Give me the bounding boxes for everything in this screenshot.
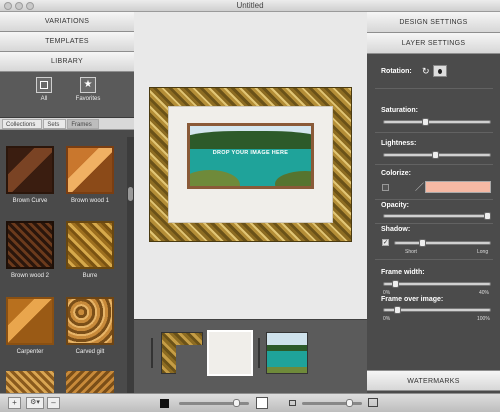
library-all-label: All xyxy=(40,96,48,102)
layer-strip xyxy=(134,319,367,393)
shadow-knob[interactable] xyxy=(419,239,426,247)
bottom-toolbar: + ⚙▾ – xyxy=(0,393,500,412)
saturation-label: Saturation: xyxy=(381,107,418,114)
frame-thumb-image xyxy=(6,146,54,194)
small-zoom-icon[interactable] xyxy=(160,399,169,408)
frame-thumb[interactable]: Brown wood 1 xyxy=(64,146,116,204)
remove-button[interactable]: – xyxy=(47,397,60,409)
frame-thumb[interactable]: Burre xyxy=(64,221,116,279)
tab-layer-settings[interactable]: LAYER SETTINGS xyxy=(367,33,500,54)
frame-over-image-label: Frame over image: xyxy=(381,296,444,303)
rotate-icon[interactable]: ↻ xyxy=(422,66,432,78)
library-favorites-button[interactable]: ★ Favorites xyxy=(75,77,101,102)
canvas-area: DROP YOUR IMAGE HERE xyxy=(134,12,367,319)
tab-library[interactable]: LIBRARY xyxy=(0,52,134,72)
add-button[interactable]: + xyxy=(8,397,21,409)
lightness-knob[interactable] xyxy=(432,151,439,159)
frame-thumb-label: Burre xyxy=(82,273,98,279)
star-icon: ★ xyxy=(80,77,96,93)
rotate-portrait-button[interactable] xyxy=(433,65,447,77)
frame-thumb-image xyxy=(66,371,114,393)
tab-variations[interactable]: VARIATIONS xyxy=(0,12,134,32)
library-favorites-label: Favorites xyxy=(75,96,101,102)
frame-width-slider[interactable] xyxy=(383,280,491,288)
image-drop-zone[interactable]: DROP YOUR IMAGE HERE xyxy=(187,123,314,189)
frame-width-label: Frame width: xyxy=(381,269,425,276)
colorize-swatch[interactable] xyxy=(425,181,491,193)
breadcrumb-frames[interactable]: Frames xyxy=(67,118,99,129)
colorize-checkbox[interactable] xyxy=(382,184,389,191)
breadcrumb-sets[interactable]: Sets xyxy=(43,118,67,129)
size-knob[interactable] xyxy=(346,399,353,407)
frame-thumb-label: Brown wood 1 xyxy=(70,198,110,204)
opacity-knob[interactable] xyxy=(484,212,491,220)
library-all-button[interactable]: All xyxy=(31,77,57,102)
library-scroll-knob[interactable] xyxy=(128,187,133,201)
breadcrumb: Collections Sets Frames xyxy=(0,118,134,130)
frame-over-image-knob[interactable] xyxy=(394,306,401,314)
opacity-label: Opacity: xyxy=(381,202,410,209)
large-size-icon[interactable] xyxy=(368,398,378,407)
square-icon xyxy=(36,77,52,93)
frame-thumb-image xyxy=(6,221,54,269)
lightness-slider[interactable] xyxy=(383,151,491,159)
window-titlebar: Untitled xyxy=(0,0,500,12)
tab-design-settings[interactable]: DESIGN SETTINGS xyxy=(367,12,500,33)
person-icon xyxy=(438,69,442,74)
frame-thumb-image xyxy=(66,146,114,194)
window-title: Untitled xyxy=(236,1,264,10)
shadow-slider[interactable] xyxy=(394,239,491,247)
right-panel: DESIGN SETTINGS LAYER SETTINGS Rotation:… xyxy=(367,12,500,393)
shadow-checkbox[interactable]: ✓ xyxy=(382,239,389,246)
zoom-knob[interactable] xyxy=(233,399,240,407)
tab-watermarks[interactable]: WATERMARKS xyxy=(367,370,500,391)
large-zoom-icon[interactable] xyxy=(256,397,268,409)
rotation-label: Rotation: xyxy=(381,68,412,75)
small-size-icon[interactable] xyxy=(289,400,296,406)
layer-frame-thumb[interactable] xyxy=(161,332,204,375)
frame-thumb-image xyxy=(6,297,54,345)
frame-thumb-image xyxy=(6,371,54,393)
breadcrumb-collections[interactable]: Collections xyxy=(2,118,43,129)
tab-templates[interactable]: TEMPLATES xyxy=(0,32,134,52)
frame-width-max: 40% xyxy=(479,290,490,296)
frame-thumb-image xyxy=(66,221,114,269)
left-panel: VARIATIONS TEMPLATES LIBRARY All ★ Favor… xyxy=(0,12,134,393)
minimize-window-button[interactable] xyxy=(15,2,23,10)
library-scrollbar[interactable] xyxy=(127,137,134,393)
opacity-slider[interactable] xyxy=(383,212,491,220)
size-slider[interactable] xyxy=(302,399,362,407)
zoom-slider[interactable] xyxy=(179,399,249,407)
layer-image-thumb[interactable] xyxy=(266,332,308,374)
saturation-slider[interactable] xyxy=(383,118,491,126)
library-filter-bar: All ★ Favorites xyxy=(0,72,134,118)
colorize-label: Colorize: xyxy=(381,170,411,177)
frame-thumb[interactable]: Brown wood 2 xyxy=(4,221,56,279)
frame-thumb[interactable]: Brown Curve xyxy=(4,146,56,204)
saturation-knob[interactable] xyxy=(422,118,429,126)
drop-image-hint: DROP YOUR IMAGE HERE xyxy=(212,150,289,156)
frame-preview[interactable]: DROP YOUR IMAGE HERE xyxy=(149,87,352,242)
frame-thumb-label: Brown wood 2 xyxy=(10,273,50,279)
frame-thumb[interactable]: Carved gilt xyxy=(64,297,116,355)
mat-preview: DROP YOUR IMAGE HERE xyxy=(168,106,333,223)
layer-mat-thumb[interactable] xyxy=(209,332,251,374)
frame-over-image-min: 0% xyxy=(383,316,391,322)
gear-menu-button[interactable]: ⚙▾ xyxy=(26,397,44,409)
frame-thumb[interactable]: Carpenter xyxy=(4,297,56,355)
frame-over-image-slider[interactable] xyxy=(383,306,491,314)
zoom-window-button[interactable] xyxy=(26,2,34,10)
frame-over-image-max: 100% xyxy=(477,316,490,322)
shadow-short-label: Short xyxy=(405,249,417,255)
frame-thumb-label: Brown Curve xyxy=(12,198,48,204)
frame-thumb-image xyxy=(66,297,114,345)
shadow-label: Shadow: xyxy=(381,226,411,233)
lightness-label: Lightness: xyxy=(381,140,417,147)
frame-thumb-label: Carpenter xyxy=(16,349,44,355)
frame-width-knob[interactable] xyxy=(392,280,399,288)
shadow-long-label: Long xyxy=(477,249,489,255)
frame-library-grid: Brown Curve Brown wood 1 Brown wood 2 Bu… xyxy=(0,137,126,393)
frame-thumb-label: Carved gilt xyxy=(75,349,105,355)
close-window-button[interactable] xyxy=(4,2,12,10)
